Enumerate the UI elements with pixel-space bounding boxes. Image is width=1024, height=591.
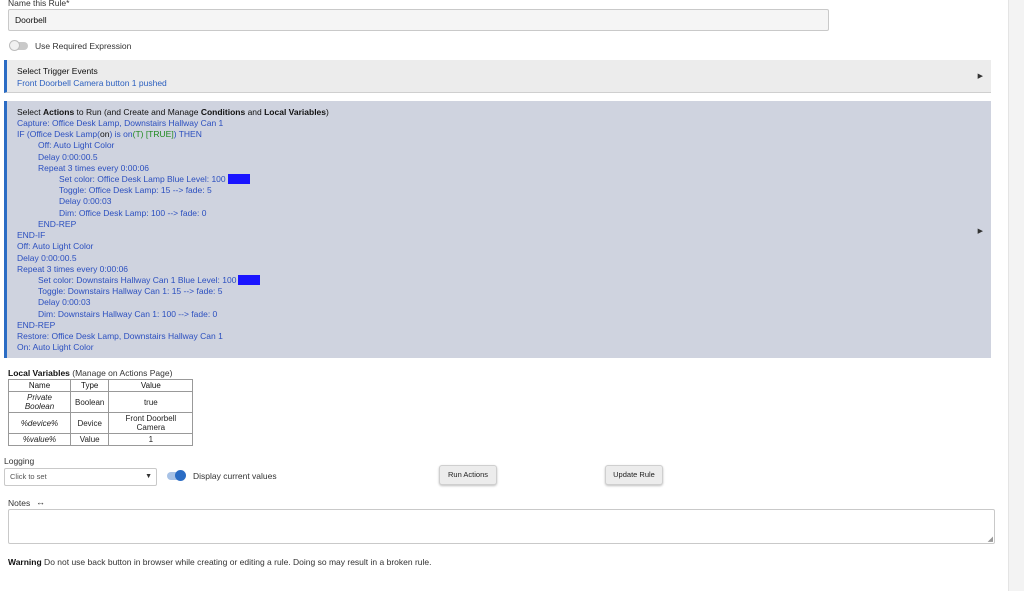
- trigger-events-title: Select Trigger Events: [17, 66, 98, 76]
- warning-message: Warning Do not use back button in browse…: [8, 557, 432, 567]
- variable-name: %value%: [8, 433, 71, 446]
- action-line: Dim: Office Desk Lamp: 100 --> fade: 0: [59, 208, 207, 218]
- action-line: Repeat 3 times every 0:00:06: [38, 163, 150, 173]
- rule-name-input[interactable]: Doorbell: [8, 9, 829, 31]
- action-line: Capture: Office Desk Lamp, Downstairs Ha…: [17, 118, 224, 128]
- notes-textarea[interactable]: ◢: [8, 509, 995, 544]
- action-line: Toggle: Office Desk Lamp: 15 --> fade: 5: [59, 185, 212, 195]
- notes-label: Notes: [8, 498, 31, 508]
- required-expression-label: Use Required Expression: [35, 41, 132, 51]
- run-actions-button[interactable]: Run Actions: [439, 465, 497, 485]
- required-expression-toggle[interactable]: [9, 40, 28, 51]
- expand-horizontal-icon[interactable]: ↔: [36, 497, 45, 507]
- display-values-label: Display current values: [193, 471, 277, 481]
- action-line: Dim: Downstairs Hallway Can 1: 100 --> f…: [38, 309, 218, 319]
- variable-type: Value: [69, 433, 110, 446]
- action-line: Delay 0:00:03: [59, 196, 112, 206]
- color-swatch: [227, 174, 250, 184]
- trigger-events-value: Front Doorbell Camera button 1 pushed: [17, 78, 167, 88]
- logging-select-value: Click to set: [10, 472, 47, 481]
- toggle-knob: [175, 470, 186, 481]
- action-line: Delay 0:00:00.5: [38, 152, 98, 162]
- trigger-events-panel[interactable]: Select Trigger Events Front Doorbell Cam…: [4, 60, 991, 93]
- rule-name-label: Name this Rule*: [8, 0, 70, 8]
- toggle-knob: [9, 40, 20, 51]
- local-variables-table: Name Type Value Private Boolean Boolean …: [8, 379, 194, 446]
- table-row: %value% Value 1: [8, 433, 194, 446]
- column-header: Type: [69, 379, 110, 392]
- expand-arrow-icon[interactable]: ▶: [978, 227, 983, 235]
- actions-panel[interactable]: Select Actions to Run (and Create and Ma…: [4, 101, 991, 358]
- action-line: IF (Office Desk Lamp(on) is on(T) [TRUE]…: [17, 129, 202, 139]
- action-line: Restore: Office Desk Lamp, Downstairs Ha…: [17, 331, 223, 341]
- action-line: END-IF: [17, 230, 46, 240]
- variable-name: Private Boolean: [8, 391, 71, 413]
- action-line: Delay 0:00:00.5: [17, 253, 77, 263]
- table-row: %device% Device Front Doorbell Camera: [8, 412, 194, 434]
- resize-grip-icon[interactable]: ◢: [988, 535, 993, 543]
- vertical-scrollbar[interactable]: [1008, 0, 1024, 591]
- update-rule-button[interactable]: Update Rule: [605, 465, 663, 485]
- expand-arrow-icon[interactable]: ▶: [978, 72, 983, 80]
- color-swatch: [238, 275, 261, 285]
- action-line: END-REP: [38, 219, 77, 229]
- action-line: Off: Auto Light Color: [17, 241, 94, 251]
- caret-down-icon: ▼: [145, 473, 152, 480]
- local-variables-title: Local Variables (Manage on Actions Page): [8, 368, 173, 378]
- column-header: Name: [8, 379, 71, 392]
- action-line: Repeat 3 times every 0:00:06: [17, 264, 129, 274]
- variable-value: Front Doorbell Camera: [108, 412, 194, 434]
- variable-name: %device%: [8, 412, 71, 434]
- action-line: Toggle: Downstairs Hallway Can 1: 15 -->…: [38, 286, 223, 296]
- table-header-row: Name Type Value: [8, 379, 194, 392]
- table-row: Private Boolean Boolean true: [8, 391, 194, 413]
- column-header: Value: [108, 379, 194, 392]
- variable-value: true: [108, 391, 194, 413]
- action-line: Off: Auto Light Color: [38, 140, 115, 150]
- logging-select[interactable]: Click to set ▼: [4, 468, 157, 486]
- action-line: On: Auto Light Color: [17, 342, 94, 352]
- display-values-toggle[interactable]: [167, 470, 186, 481]
- action-line: END-REP: [17, 320, 56, 330]
- action-line: Set color: Office Desk Lamp Blue Level: …: [59, 174, 250, 185]
- logging-label: Logging: [4, 456, 35, 466]
- action-line: Delay 0:00:03: [38, 297, 91, 307]
- variable-type: Boolean: [69, 391, 110, 413]
- actions-title: Select Actions to Run (and Create and Ma…: [17, 107, 329, 117]
- action-line: Set color: Downstairs Hallway Can 1 Blue…: [38, 275, 261, 286]
- variable-type: Device: [69, 412, 110, 434]
- variable-value: 1: [108, 433, 194, 446]
